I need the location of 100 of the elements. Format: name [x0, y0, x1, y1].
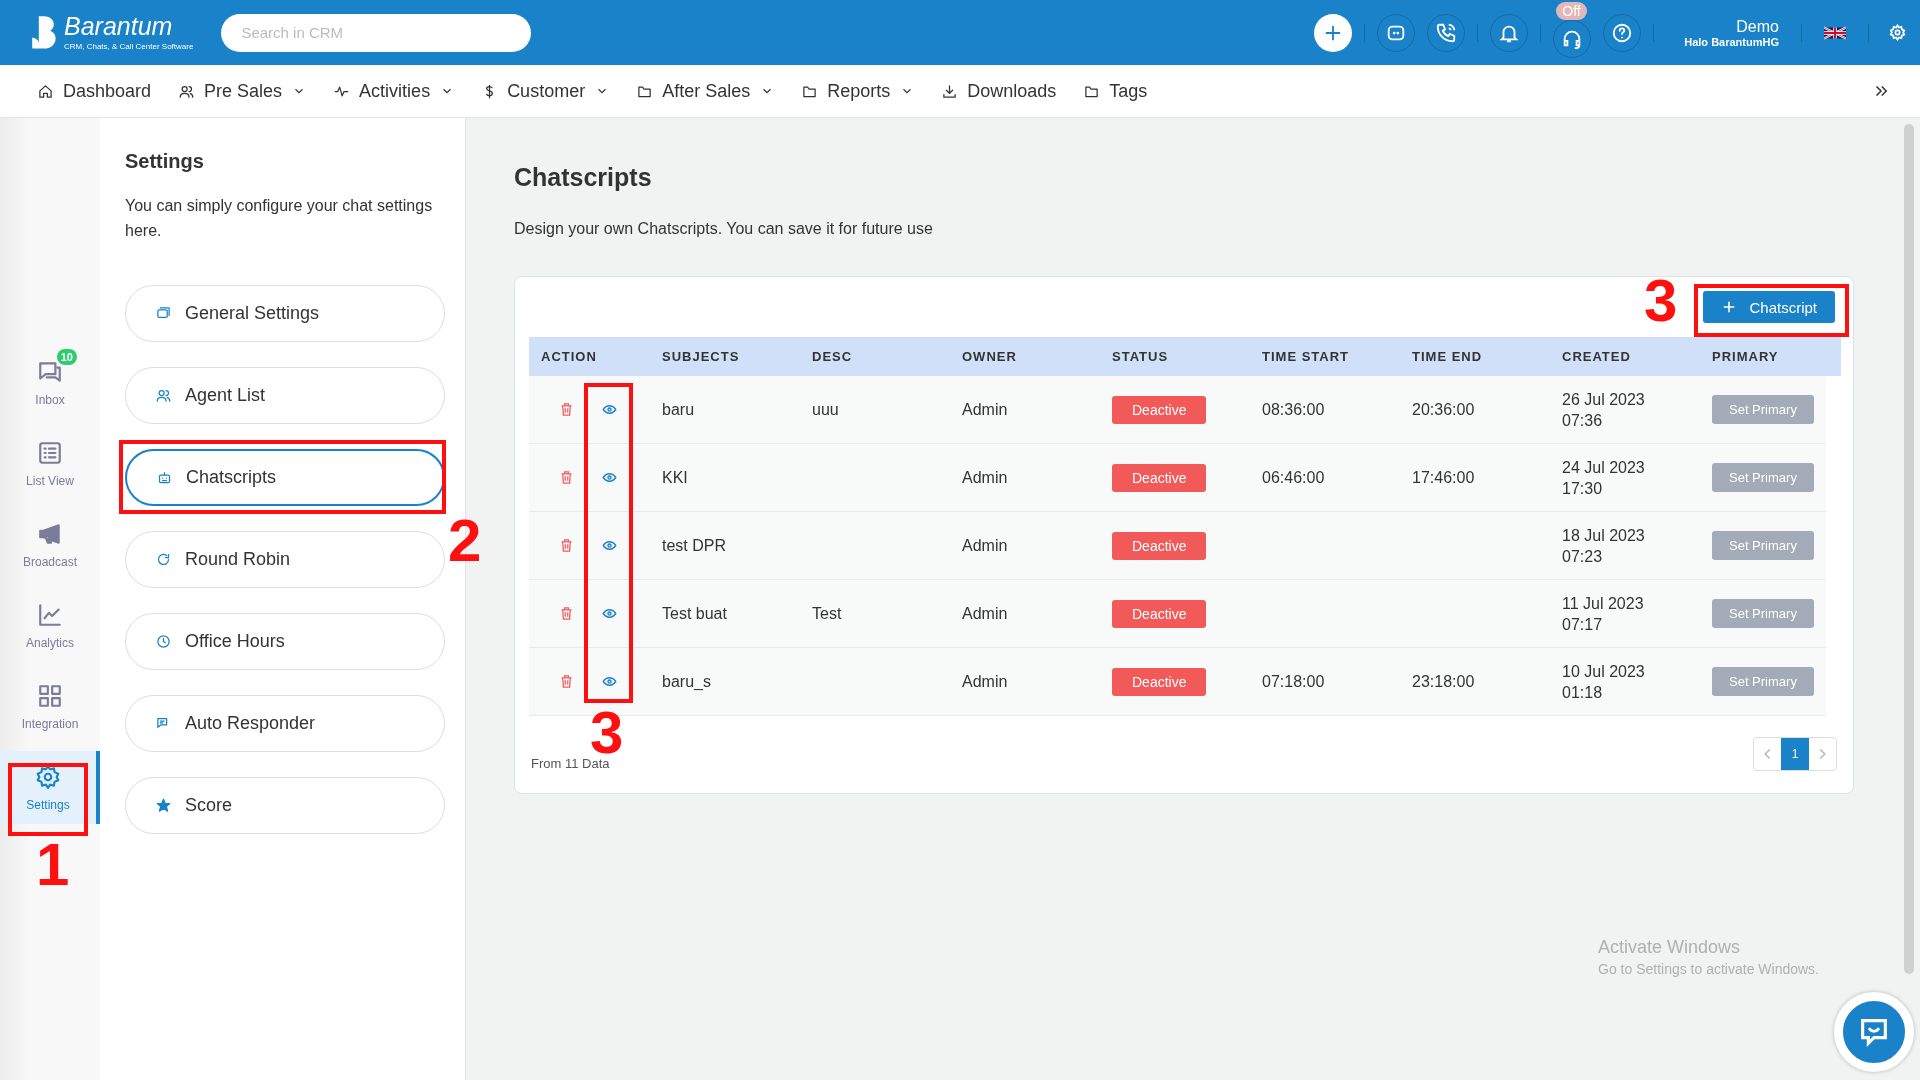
- panel-title: Settings: [125, 150, 205, 173]
- table-cell: KKI: [662, 468, 688, 487]
- nav-menu-item[interactable]: Customer: [482, 80, 610, 102]
- table-cell-text: 10 Jul 2023 01:18: [1562, 661, 1645, 703]
- table-cell: Test buat: [662, 604, 727, 623]
- nav-menu-item[interactable]: After Sales: [637, 80, 775, 102]
- status-badge: Deactive: [1112, 667, 1207, 696]
- brand-name: Barantum: [64, 14, 174, 39]
- search-field[interactable]: Search in CRM: [221, 13, 532, 52]
- eye-icon[interactable]: [602, 470, 617, 485]
- folder-icon: [802, 83, 818, 99]
- column-header: PRIMARY: [1711, 349, 1780, 364]
- sidebar-item[interactable]: Integration: [0, 670, 100, 743]
- refresh-icon: [156, 552, 171, 567]
- window-icon: [156, 306, 171, 321]
- column-header: CREATED: [1561, 349, 1632, 364]
- table-cell: Admin: [962, 672, 1008, 691]
- home-icon: [38, 83, 53, 99]
- eye-icon[interactable]: [602, 674, 617, 689]
- table-cell: 07:18:00: [1262, 672, 1325, 691]
- status-badge: Deactive: [1112, 599, 1207, 628]
- count-badge: 10: [56, 348, 77, 365]
- table-cell-text: 26 Jul 2023 07:36: [1562, 389, 1645, 431]
- table-cell-text: 24 Jul 2023 17:30: [1562, 457, 1645, 499]
- user-company: Halo BarantumHG: [1684, 35, 1779, 48]
- table-cell: baru: [662, 400, 695, 419]
- pulse-icon: [334, 83, 350, 99]
- download-icon: [942, 83, 958, 99]
- step-number: 1: [36, 842, 70, 889]
- table-cell-text: 11 Jul 2023 07:17: [1562, 593, 1644, 635]
- sidebar-item[interactable]: Analytics: [0, 589, 100, 662]
- activation-text: Go to Settings to activate Windows.: [1598, 961, 1819, 977]
- settings-icon[interactable]: [1889, 24, 1906, 41]
- settings-menu-item[interactable]: Chatscripts: [125, 449, 445, 506]
- chat-widget-button[interactable]: [1834, 992, 1914, 1072]
- help-icon: [1611, 21, 1634, 44]
- table-cell: uuu: [812, 400, 839, 419]
- table-cell: Admin: [962, 400, 1008, 419]
- trash-icon[interactable]: [559, 470, 574, 485]
- record-count: From 11 Data: [531, 756, 610, 771]
- scrollbar[interactable]: [1904, 124, 1914, 974]
- status-badge: Deactive: [1112, 531, 1207, 560]
- add-button[interactable]: [1314, 13, 1353, 52]
- eye-icon[interactable]: [602, 402, 617, 417]
- trash-icon[interactable]: [559, 402, 574, 417]
- nav-menu-item[interactable]: Tags: [1084, 80, 1148, 102]
- sidebar-item[interactable]: Broadcast: [0, 508, 100, 581]
- page-subtitle: Design your own Chatscripts. You can save it for future use: [514, 220, 934, 238]
- eye-icon[interactable]: [602, 538, 617, 553]
- table-cell: 06:46:00: [1262, 468, 1325, 487]
- step-number: 3: [590, 710, 624, 757]
- column-header: TIME END: [1411, 349, 1484, 364]
- nav-menu-item[interactable]: Dashboard: [38, 80, 152, 102]
- nav-menu-item[interactable]: Reports: [802, 80, 915, 102]
- trash-icon[interactable]: [559, 674, 574, 689]
- table-cell: 20:36:00: [1412, 400, 1475, 419]
- folder-icon: [1084, 83, 1100, 99]
- column-header: SUBJECTS: [661, 349, 741, 364]
- brand-tagline: CRM, Chats, & Call Center Software: [64, 42, 194, 51]
- users-icon: [156, 388, 171, 403]
- status-badge: Deactive: [1112, 463, 1207, 492]
- table-cell: 08:36:00: [1262, 400, 1325, 419]
- status-badge: Deactive: [1112, 395, 1207, 424]
- column-header: STATUS: [1111, 349, 1170, 364]
- page-title: Chatscripts: [514, 163, 653, 192]
- table-cell: Admin: [962, 536, 1008, 555]
- trash-icon[interactable]: [559, 606, 574, 621]
- sidebar-item[interactable]: List View: [0, 427, 100, 500]
- grid-icon: [37, 682, 63, 709]
- user-name: Demo: [1736, 17, 1779, 36]
- sidebar-item[interactable]: 10 Inbox: [0, 346, 100, 419]
- table-cell: 23:18:00: [1412, 672, 1475, 691]
- nav-menu-item[interactable]: Downloads: [942, 80, 1057, 102]
- step-number: 2: [448, 518, 482, 565]
- table-cell: baru_s: [662, 672, 711, 691]
- nav-menu-item[interactable]: Activities: [334, 80, 455, 102]
- users-icon: [179, 83, 195, 99]
- page-button[interactable]: 1: [1781, 737, 1809, 770]
- nav-menu-item[interactable]: Pre Sales: [179, 80, 307, 102]
- table-cell: Test: [812, 604, 842, 623]
- step-number: 3: [1644, 278, 1678, 325]
- trash-icon[interactable]: [559, 538, 574, 553]
- robot-icon: [157, 470, 172, 485]
- table-cell: 17:46:00: [1412, 468, 1475, 487]
- table-cell-text: 18 Jul 2023 07:23: [1562, 525, 1645, 567]
- list-icon: [37, 439, 63, 466]
- phone-icon: [1435, 21, 1458, 44]
- column-header: TIME START: [1261, 349, 1351, 364]
- folder-icon: [637, 83, 653, 99]
- panel-description: You can simply configure your chat settings here.: [125, 196, 434, 241]
- eye-icon[interactable]: [602, 606, 617, 621]
- table-cell: Admin: [962, 468, 1008, 487]
- add-chatscript-button[interactable]: Chatscript: [1703, 291, 1835, 323]
- star-icon: [156, 798, 171, 813]
- column-header: ACTION: [540, 349, 598, 364]
- activation-title: Activate Windows: [1598, 937, 1742, 958]
- table-cell: Admin: [962, 604, 1008, 623]
- column-header: OWNER: [961, 349, 1018, 364]
- flag-icon[interactable]: [1824, 25, 1846, 40]
- column-header: DESC: [811, 349, 854, 364]
